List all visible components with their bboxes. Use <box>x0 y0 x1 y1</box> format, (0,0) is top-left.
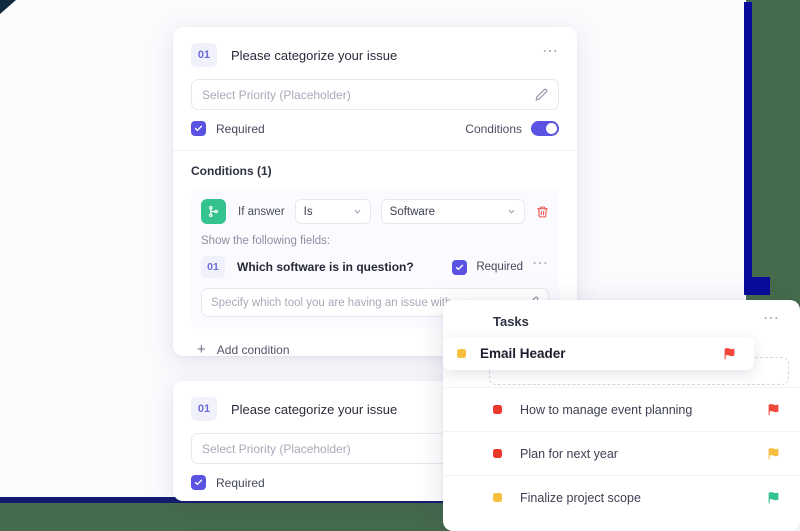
priority-placeholder: Select Priority (Placeholder) <box>202 87 351 102</box>
show-fields-label: Show the following fields: <box>201 235 331 247</box>
task-status-dot <box>493 493 502 502</box>
plus-icon: + <box>197 341 206 356</box>
tasks-panel: Tasks ⋯ Email Header How to manage event… <box>443 300 800 531</box>
decorative-navy-right-bar <box>744 2 752 295</box>
task-name: Email Header <box>480 346 566 361</box>
conditions-toggle[interactable] <box>531 121 559 136</box>
task-row[interactable]: Plan for next year <box>443 431 800 475</box>
task-status-dot <box>493 449 502 458</box>
task-status-dot <box>493 405 502 414</box>
required-label: Required <box>216 121 265 136</box>
decorative-olive-right <box>746 0 800 320</box>
conditions-label: Conditions <box>465 121 522 136</box>
operator-select[interactable]: Is <box>294 199 371 224</box>
sub-required-label: Required <box>476 261 523 273</box>
trash-icon[interactable] <box>536 205 549 219</box>
task-row[interactable]: How to manage event planning <box>443 387 800 431</box>
task-name: Finalize project scope <box>520 490 641 505</box>
task-row[interactable]: Finalize project scope <box>443 475 800 519</box>
pencil-icon[interactable] <box>535 88 548 101</box>
ellipsis-icon[interactable]: ⋯ <box>532 256 549 273</box>
conditions-header: Conditions (1) <box>191 164 272 178</box>
required-label-2: Required <box>216 475 265 490</box>
chevron-down-icon <box>354 209 360 214</box>
question-footer: Required Conditions <box>173 110 577 136</box>
condition-row: If answer Is Software <box>201 199 549 224</box>
sub-question-title: Which software is in question? <box>237 260 414 274</box>
flag-icon[interactable] <box>723 347 736 360</box>
if-answer-label: If answer <box>238 205 285 218</box>
sub-question-number: 01 <box>201 256 225 278</box>
add-condition-label: Add condition <box>216 343 290 356</box>
sub-question-header: 01 Which software is in question? Requir… <box>201 256 549 278</box>
flag-icon[interactable] <box>767 403 780 416</box>
ellipsis-icon[interactable]: ⋯ <box>542 44 559 61</box>
priority-select-field[interactable]: Select Priority (Placeholder) <box>191 79 559 110</box>
decorative-navy-right-foot <box>748 277 770 295</box>
chevron-down-icon <box>508 209 515 214</box>
tasks-title: Tasks <box>493 314 529 329</box>
condition-value: Software <box>389 205 436 218</box>
flag-icon[interactable] <box>767 491 780 504</box>
question-number: 01 <box>191 43 217 67</box>
task-status-dot <box>457 349 466 358</box>
required-checkbox[interactable] <box>191 121 206 136</box>
condition-value-select[interactable]: Software <box>380 199 525 224</box>
question-header: 01 Please categorize your issue ⋯ <box>173 27 577 67</box>
question-title: Please categorize your issue <box>231 47 398 63</box>
dragging-task-card[interactable]: Email Header <box>443 337 754 370</box>
toggle-knob <box>546 123 557 134</box>
task-name: How to manage event planning <box>520 402 693 417</box>
sub-required-checkbox[interactable] <box>452 259 468 275</box>
operator-value: Is <box>303 205 313 218</box>
task-name: Plan for next year <box>520 446 618 461</box>
tasks-header: Tasks ⋯ <box>443 300 800 329</box>
question-number-2: 01 <box>191 397 217 421</box>
flag-icon[interactable] <box>767 447 780 460</box>
ellipsis-icon[interactable]: ⋯ <box>763 310 780 328</box>
required-checkbox-2[interactable] <box>191 475 206 490</box>
branch-icon <box>201 199 226 224</box>
